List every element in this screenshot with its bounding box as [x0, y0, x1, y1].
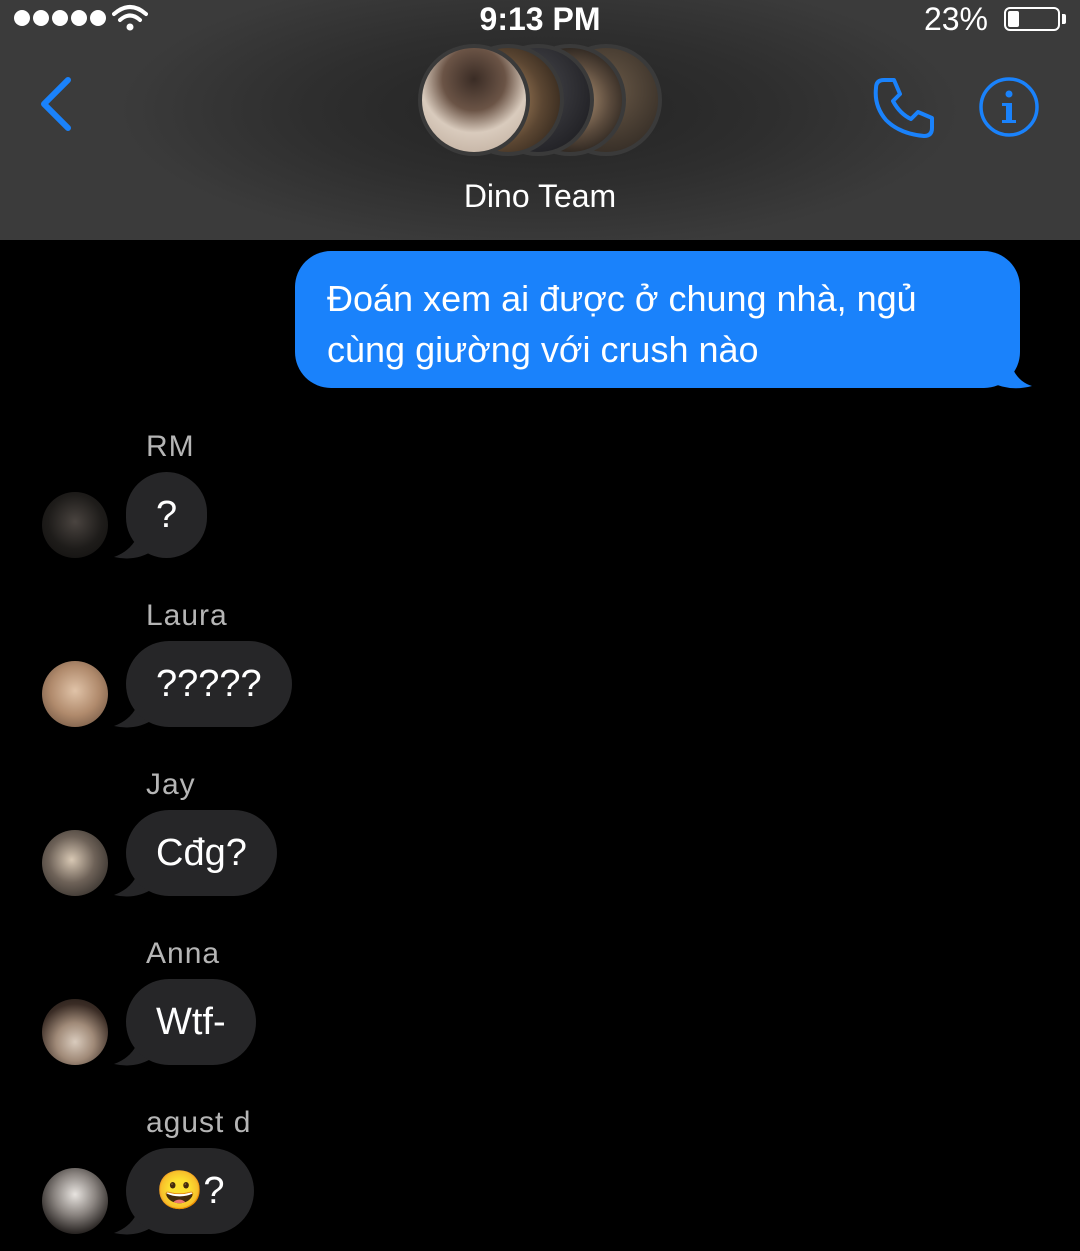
battery-cap [1062, 14, 1066, 24]
status-time: 9:13 PM [479, 1, 601, 37]
status-bar: 9:13 PM 23% [0, 0, 1080, 40]
group-avatar [418, 44, 530, 156]
chevron-left-icon [41, 77, 71, 131]
received-message-bubble[interactable]: Wtf- [126, 979, 256, 1065]
avatar[interactable] [42, 661, 108, 727]
battery-icon [1004, 7, 1060, 31]
call-button[interactable] [870, 74, 938, 142]
battery-percentage: 23% [923, 1, 988, 37]
avatar[interactable] [42, 1168, 108, 1234]
sender-name: Jay [146, 768, 196, 801]
battery-fill [1008, 11, 1019, 27]
back-button[interactable] [30, 70, 90, 140]
group-avatar-stack[interactable] [418, 44, 662, 160]
conversation-header: 9:13 PM 23% Dino Team [0, 0, 1080, 240]
info-button[interactable] [978, 76, 1040, 138]
phone-icon [873, 78, 934, 138]
info-icon [979, 77, 1039, 137]
received-message-bubble[interactable]: ? [126, 472, 208, 558]
avatar[interactable] [42, 830, 108, 896]
sender-name: RM [146, 430, 195, 463]
group-name[interactable]: Dino Team [0, 176, 1080, 216]
sent-message-bubble[interactable]: Đoán xem ai được ở chung nhà, ngủ cùng g… [295, 251, 1020, 388]
sender-name: agust d [146, 1106, 252, 1139]
avatar[interactable] [42, 492, 108, 558]
received-message-bubble[interactable]: ????? [126, 641, 292, 727]
sent-bubble-tail [990, 352, 1032, 389]
sender-name: Laura [146, 599, 228, 632]
avatar[interactable] [42, 999, 108, 1065]
received-message-bubble[interactable]: Cđg? [126, 810, 277, 896]
sender-name: Anna [146, 937, 221, 970]
received-message-bubble[interactable]: 😀? [126, 1148, 255, 1234]
